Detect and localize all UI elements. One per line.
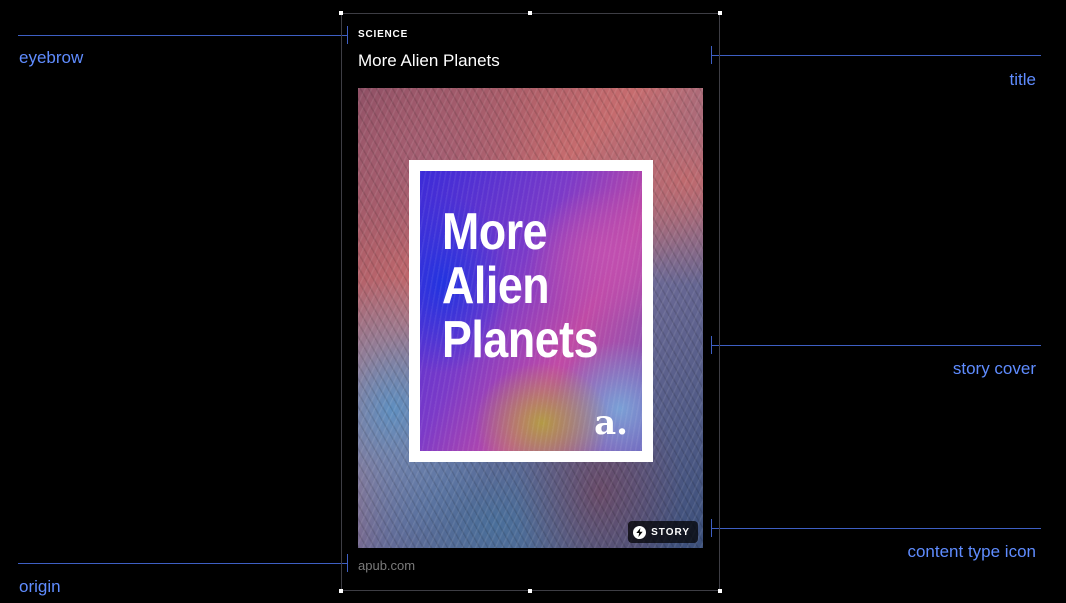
story-cover[interactable]: More Alien Planets a. STORY [358, 88, 703, 548]
card-origin[interactable]: apub.com [358, 558, 415, 573]
origin-annotation-line [18, 563, 347, 564]
cover-inner-frame: More Alien Planets a. [409, 160, 653, 462]
publisher-logo: a. [594, 403, 628, 443]
resize-handle[interactable] [528, 589, 532, 593]
card-eyebrow: SCIENCE [358, 29, 409, 40]
resize-handle[interactable] [339, 589, 343, 593]
cover-headline-line: Planets [442, 311, 599, 369]
content-type-badge: STORY [628, 521, 698, 543]
title-annotation-label: title [1009, 70, 1036, 89]
cover-headline-line: Alien [442, 257, 550, 315]
card-title[interactable]: More Alien Planets [358, 51, 500, 71]
resize-handle[interactable] [718, 589, 722, 593]
cover-inner-art: More Alien Planets a. [420, 171, 642, 451]
resize-handle[interactable] [528, 11, 532, 15]
cover-headline: More Alien Planets [442, 203, 599, 369]
content-type-icon-annotation-line [711, 528, 1041, 529]
story-cover-annotation-line [711, 345, 1041, 346]
content-type-icon-annotation-label: content type icon [907, 542, 1036, 561]
eyebrow-annotation-line [18, 35, 347, 36]
eyebrow-annotation-label: eyebrow [19, 48, 84, 67]
content-type-label: STORY [651, 526, 690, 538]
story-cover-annotation-label: story cover [952, 359, 1036, 378]
bolt-icon [633, 525, 647, 539]
cover-headline-line: More [442, 203, 548, 261]
title-annotation-line [711, 55, 1041, 56]
resize-handle[interactable] [339, 11, 343, 15]
origin-annotation-label: origin [19, 577, 61, 596]
resize-handle[interactable] [718, 11, 722, 15]
